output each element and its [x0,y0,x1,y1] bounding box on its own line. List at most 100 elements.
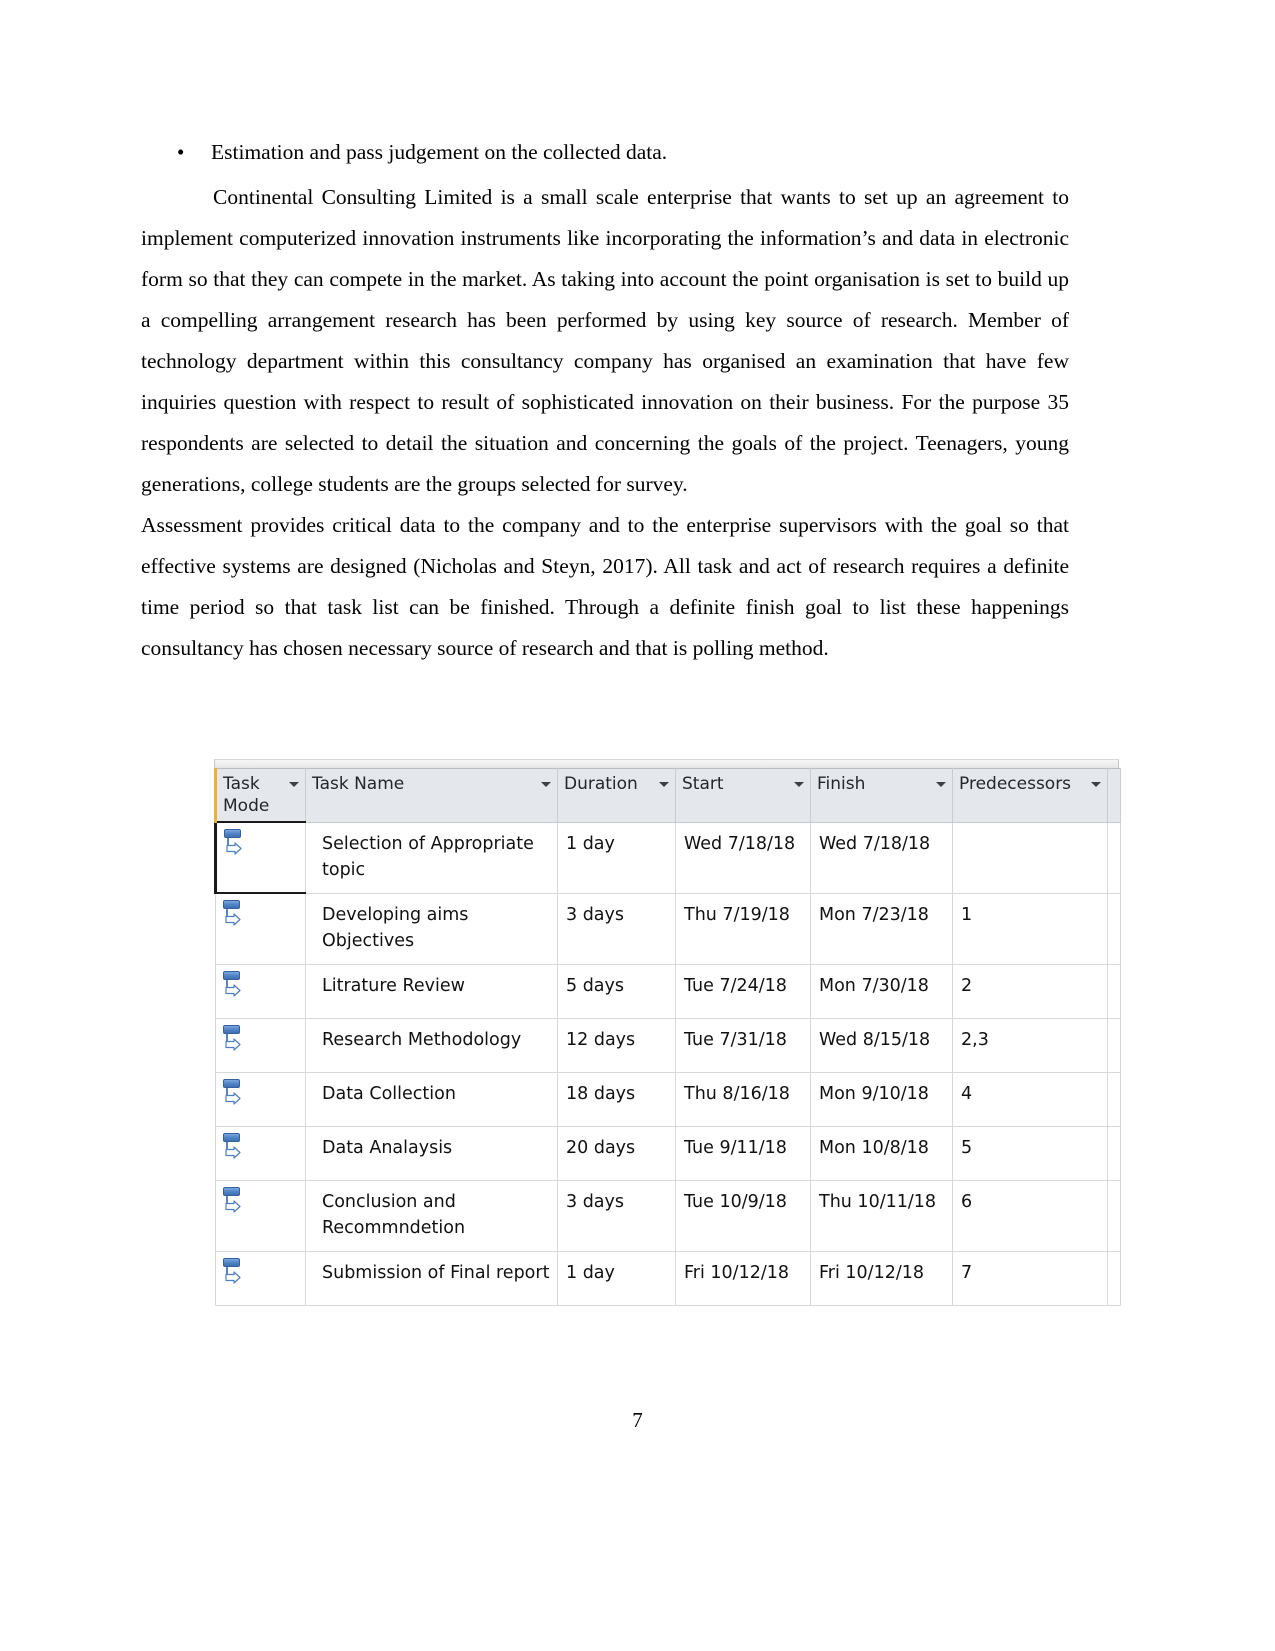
bullet-marker: • [177,140,185,164]
cell-task-mode[interactable] [214,821,306,894]
table-top-edge [214,759,1119,768]
cell-start[interactable]: Tue 10/9/18 [675,1179,811,1252]
cell-finish[interactable]: Mon 7/30/18 [810,963,953,1019]
cell-start[interactable]: Tue 9/11/18 [675,1125,811,1181]
table-row[interactable]: Selection of Appropriate topic 1 day Wed 7… [214,821,1121,894]
cell-finish[interactable]: Wed 7/18/18 [810,821,953,894]
cell-finish[interactable]: Thu 10/11/18 [810,1179,953,1252]
cell-finish[interactable]: Mon 7/23/18 [810,892,953,965]
cell-task-mode[interactable] [215,963,306,1019]
cell-duration[interactable]: 5 days [557,963,676,1019]
cell-start[interactable]: Tue 7/24/18 [675,963,811,1019]
cell-task-name[interactable]: Data Analaysis [305,1125,558,1181]
column-header-duration-label: Duration [564,774,638,794]
column-header-start[interactable]: Start [675,768,811,823]
table-row[interactable]: Data Collection 18 days Thu 8/16/18 Mon 9/1… [215,1071,1121,1127]
chevron-down-icon[interactable] [541,782,552,793]
cell-predecessors[interactable]: 5 [952,1125,1108,1181]
cell-start[interactable]: Tue 7/31/18 [675,1017,811,1073]
document-page: • Estimation and pass judgement on the c… [0,0,1275,1651]
table-row[interactable]: Research Methodology 12 days Tue 7/31/18 We… [215,1017,1121,1073]
chevron-down-icon[interactable] [289,782,300,793]
cell-start[interactable]: Thu 8/16/18 [675,1071,811,1127]
table-header: Task Mode Task Name Duration Start Finis… [214,768,1121,823]
table-row[interactable]: Developing aims Objectives 3 days Thu 7/19… [215,892,1121,965]
cell-task-mode[interactable] [215,1179,306,1252]
column-header-task-mode-label: Task Mode [223,774,270,816]
column-header-start-label: Start [682,774,724,794]
table-row[interactable]: Data Analaysis 20 days Tue 9/11/18 Mon 10/8… [215,1125,1121,1181]
cell-duration[interactable]: 3 days [557,892,676,965]
chevron-down-icon[interactable] [659,782,670,793]
auto-scheduled-icon [222,970,248,1001]
column-header-task-mode[interactable]: Task Mode [214,768,306,823]
paragraph-2: Assessment provides critical data to the… [141,513,1069,660]
cell-duration[interactable]: 12 days [557,1017,676,1073]
cell-finish[interactable]: Mon 9/10/18 [810,1071,953,1127]
table-body: Selection of Appropriate topic 1 day Wed 7… [214,821,1121,1306]
cell-clipped [1107,821,1121,894]
auto-scheduled-icon [222,1257,248,1288]
cell-task-name[interactable]: Data Collection [305,1071,558,1127]
cell-predecessors[interactable]: 1 [952,892,1108,965]
cell-start[interactable]: Thu 7/19/18 [675,892,811,965]
cell-finish[interactable]: Fri 10/12/18 [810,1250,953,1306]
cell-clipped [1107,1125,1121,1181]
cell-predecessors[interactable]: 2,3 [952,1017,1108,1073]
auto-scheduled-icon [223,829,249,859]
task-table: Task Mode Task Name Duration Start Finis… [214,768,1121,1306]
auto-scheduled-icon [222,1186,248,1217]
project-schedule-table: Task Mode Task Name Duration Start Finis… [214,759,1121,1306]
cell-predecessors[interactable]: 2 [952,963,1108,1019]
cell-duration[interactable]: 18 days [557,1071,676,1127]
column-header-finish-label: Finish [817,774,866,794]
column-header-predecessors[interactable]: Predecessors [952,768,1108,823]
column-header-duration[interactable]: Duration [557,768,676,823]
bullet-list-item: • Estimation and pass judgement on the c… [141,132,1069,173]
cell-task-name[interactable]: Submission of Final report [305,1250,558,1306]
chevron-down-icon[interactable] [936,782,947,793]
cell-duration[interactable]: 20 days [557,1125,676,1181]
cell-duration[interactable]: 3 days [557,1179,676,1252]
chevron-down-icon[interactable] [794,782,805,793]
cell-task-name[interactable]: Litrature Review [305,963,558,1019]
column-header-finish[interactable]: Finish [810,768,953,823]
cell-task-name[interactable]: Selection of Appropriate topic [305,821,558,894]
column-header-predecessors-label: Predecessors [959,774,1072,794]
auto-scheduled-icon [222,900,248,930]
column-header-clipped [1107,768,1121,823]
cell-finish[interactable]: Mon 10/8/18 [810,1125,953,1181]
column-header-task-name[interactable]: Task Name [305,768,558,823]
cell-predecessors[interactable] [952,821,1108,894]
auto-scheduled-icon [222,1078,248,1109]
cell-start[interactable]: Fri 10/12/18 [675,1250,811,1306]
table-row[interactable]: Submission of Final report 1 day Fri 10/12… [215,1250,1121,1306]
cell-task-name[interactable]: Developing aims Objectives [305,892,558,965]
cell-predecessors[interactable]: 6 [952,1179,1108,1252]
cell-clipped [1107,963,1121,1019]
cell-task-mode[interactable] [215,1125,306,1181]
cell-predecessors[interactable]: 7 [952,1250,1108,1306]
page-number: 7 [632,1408,643,1432]
chevron-down-icon[interactable] [1091,782,1102,793]
cell-duration[interactable]: 1 day [557,1250,676,1306]
cell-task-mode[interactable] [215,1071,306,1127]
paragraph-1: Continental Consulting Limited is a smal… [141,185,1069,496]
cell-start[interactable]: Wed 7/18/18 [675,821,811,894]
cell-predecessors[interactable]: 4 [952,1071,1108,1127]
page-body-text: • Estimation and pass judgement on the c… [141,132,1069,669]
cell-clipped [1107,892,1121,965]
table-row[interactable]: Litrature Review 5 days Tue 7/24/18 Mon 7/3… [215,963,1121,1019]
column-header-task-name-label: Task Name [312,774,405,794]
cell-task-name[interactable]: Conclusion and Recommndetion [305,1179,558,1252]
cell-task-mode[interactable] [215,892,306,965]
cell-task-name[interactable]: Research Methodology [305,1017,558,1073]
header-row: Task Mode Task Name Duration Start Finis… [214,768,1121,823]
cell-clipped [1107,1250,1121,1306]
cell-finish[interactable]: Wed 8/15/18 [810,1017,953,1073]
cell-duration[interactable]: 1 day [557,821,676,894]
table-row[interactable]: Conclusion and Recommndetion 3 days Tue 10… [215,1179,1121,1252]
cell-task-mode[interactable] [215,1017,306,1073]
cell-task-mode[interactable] [215,1250,306,1306]
cell-clipped [1107,1071,1121,1127]
